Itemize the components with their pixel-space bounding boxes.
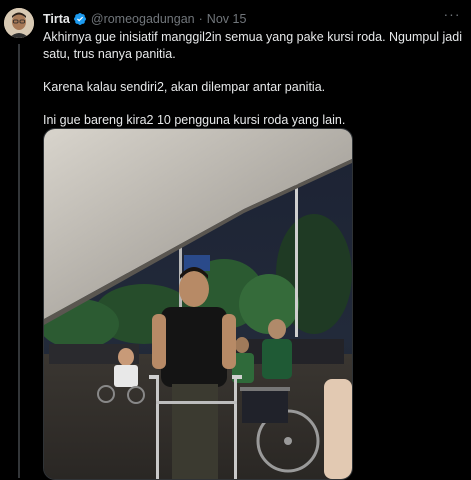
separator-dot: · bbox=[198, 12, 203, 26]
more-options-icon[interactable]: ··· bbox=[441, 6, 463, 26]
tweet-paragraph: Ini gue bareng kira2 10 pengguna kursi r… bbox=[43, 112, 346, 127]
tweet-date[interactable]: Nov 15 bbox=[207, 12, 247, 26]
verified-badge-icon bbox=[73, 12, 87, 26]
thread-line bbox=[18, 44, 20, 478]
tweet-header: Tirta @romeogadungan · Nov 15 bbox=[43, 10, 461, 28]
author-name[interactable]: Tirta bbox=[43, 12, 70, 26]
author-handle[interactable]: @romeogadungan bbox=[91, 12, 195, 26]
avatar[interactable] bbox=[4, 8, 34, 38]
tweet-paragraph: Akhirnya gue inisiatif manggil2in semua … bbox=[43, 30, 462, 61]
tweet-card[interactable]: Tirta @romeogadungan · Nov 15 ··· Akhirn… bbox=[0, 0, 471, 480]
tweet-photo[interactable] bbox=[43, 128, 353, 480]
tweet-paragraph: Karena kalau sendiri2, akan dilempar ant… bbox=[43, 79, 326, 94]
